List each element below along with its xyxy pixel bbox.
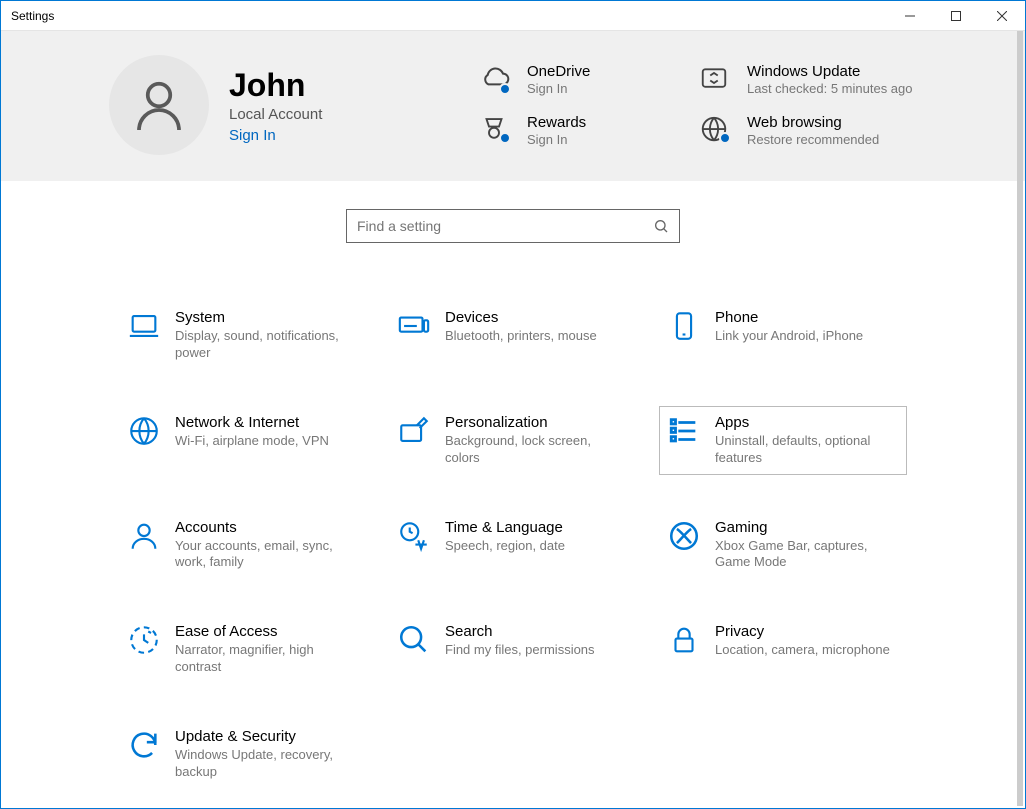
category-title: Accounts: [175, 519, 359, 536]
category-search[interactable]: Search Find my files, permissions: [389, 615, 637, 684]
category-network[interactable]: Network & Internet Wi-Fi, airplane mode, …: [119, 406, 367, 475]
tile-sub: Sign In: [527, 132, 586, 147]
category-phone[interactable]: Phone Link your Android, iPhone: [659, 301, 907, 370]
window-title: Settings: [1, 9, 887, 23]
category-sub: Your accounts, email, sync, work, family: [175, 538, 359, 572]
person-icon: [129, 75, 189, 135]
user-block[interactable]: John Local Account Sign In: [109, 55, 479, 155]
cloud-icon: [479, 63, 527, 95]
tile-title: OneDrive: [527, 63, 590, 80]
category-sub: Narrator, magnifier, high contrast: [175, 642, 359, 676]
tile-sub: Sign In: [527, 81, 590, 96]
category-title: Phone: [715, 309, 863, 326]
tile-title: Web browsing: [747, 114, 879, 131]
avatar: [109, 55, 209, 155]
category-sub: Wi-Fi, airplane mode, VPN: [175, 433, 329, 450]
sync-icon: [127, 728, 175, 762]
keyboard-icon: [397, 309, 445, 343]
globe-icon: [127, 414, 175, 448]
category-title: Gaming: [715, 519, 899, 536]
tile-sub: Last checked: 5 minutes ago: [747, 81, 913, 96]
magnifier-icon: [397, 623, 445, 657]
category-sub: Location, camera, microphone: [715, 642, 890, 659]
category-title: Update & Security: [175, 728, 359, 745]
category-title: System: [175, 309, 359, 326]
paint-icon: [397, 414, 445, 448]
category-sub: Background, lock screen, colors: [445, 433, 629, 467]
minimize-button[interactable]: [887, 1, 933, 31]
category-title: Personalization: [445, 414, 629, 431]
tile-sub: Restore recommended: [747, 132, 879, 147]
category-update-security[interactable]: Update & Security Windows Update, recover…: [119, 720, 367, 789]
category-title: Ease of Access: [175, 623, 359, 640]
user-account-type: Local Account: [229, 106, 322, 123]
header-panel: John Local Account Sign In OneDriveSign …: [1, 31, 1025, 181]
category-system[interactable]: System Display, sound, notifications, pow…: [119, 301, 367, 370]
person-icon: [127, 519, 175, 553]
category-devices[interactable]: Devices Bluetooth, printers, mouse: [389, 301, 637, 370]
search-input[interactable]: [357, 218, 653, 234]
category-sub: Speech, region, date: [445, 538, 565, 555]
header-tiles: OneDriveSign In Windows UpdateLast check…: [479, 63, 919, 147]
category-title: Network & Internet: [175, 414, 329, 431]
category-sub: Display, sound, notifications, power: [175, 328, 359, 362]
category-time-language[interactable]: Time & Language Speech, region, date: [389, 511, 637, 580]
xbox-icon: [667, 519, 715, 553]
category-accounts[interactable]: Accounts Your accounts, email, sync, work…: [119, 511, 367, 580]
clock-language-icon: [397, 519, 445, 553]
category-title: Search: [445, 623, 595, 640]
category-title: Time & Language: [445, 519, 565, 536]
category-sub: Bluetooth, printers, mouse: [445, 328, 597, 345]
category-ease-of-access[interactable]: Ease of Access Narrator, magnifier, high …: [119, 615, 367, 684]
search-section: [1, 181, 1025, 253]
window-controls: [887, 1, 1025, 31]
tile-rewards[interactable]: RewardsSign In: [479, 114, 699, 147]
category-title: Devices: [445, 309, 597, 326]
search-icon: [653, 218, 669, 234]
user-name: John: [229, 67, 322, 104]
tile-windows-update[interactable]: Windows UpdateLast checked: 5 minutes ag…: [699, 63, 919, 96]
category-sub: Windows Update, recovery, backup: [175, 747, 359, 781]
laptop-icon: [127, 309, 175, 343]
tile-title: Windows Update: [747, 63, 913, 80]
refresh-icon: [699, 63, 747, 93]
tile-web-browsing[interactable]: Web browsingRestore recommended: [699, 114, 919, 147]
user-signin-link[interactable]: Sign In: [229, 127, 322, 144]
accessibility-icon: [127, 623, 175, 657]
category-sub: Link your Android, iPhone: [715, 328, 863, 345]
category-sub: Uninstall, defaults, optional features: [715, 433, 899, 467]
category-privacy[interactable]: Privacy Location, camera, microphone: [659, 615, 907, 684]
globe-icon: [699, 114, 747, 144]
phone-icon: [667, 309, 715, 343]
category-title: Apps: [715, 414, 899, 431]
scrollbar[interactable]: [1017, 31, 1023, 806]
category-apps[interactable]: Apps Uninstall, defaults, optional featur…: [659, 406, 907, 475]
category-sub: Find my files, permissions: [445, 642, 595, 659]
category-gaming[interactable]: Gaming Xbox Game Bar, captures, Game Mode: [659, 511, 907, 580]
medal-icon: [479, 114, 527, 144]
category-title: Privacy: [715, 623, 890, 640]
close-button[interactable]: [979, 1, 1025, 31]
tile-onedrive[interactable]: OneDriveSign In: [479, 63, 699, 96]
lock-icon: [667, 623, 715, 657]
list-icon: [667, 414, 715, 448]
titlebar: Settings: [1, 1, 1025, 31]
category-personalization[interactable]: Personalization Background, lock screen, …: [389, 406, 637, 475]
maximize-button[interactable]: [933, 1, 979, 31]
tile-title: Rewards: [527, 114, 586, 131]
search-box[interactable]: [346, 209, 680, 243]
category-sub: Xbox Game Bar, captures, Game Mode: [715, 538, 899, 572]
categories-grid: System Display, sound, notifications, pow…: [119, 301, 1025, 789]
